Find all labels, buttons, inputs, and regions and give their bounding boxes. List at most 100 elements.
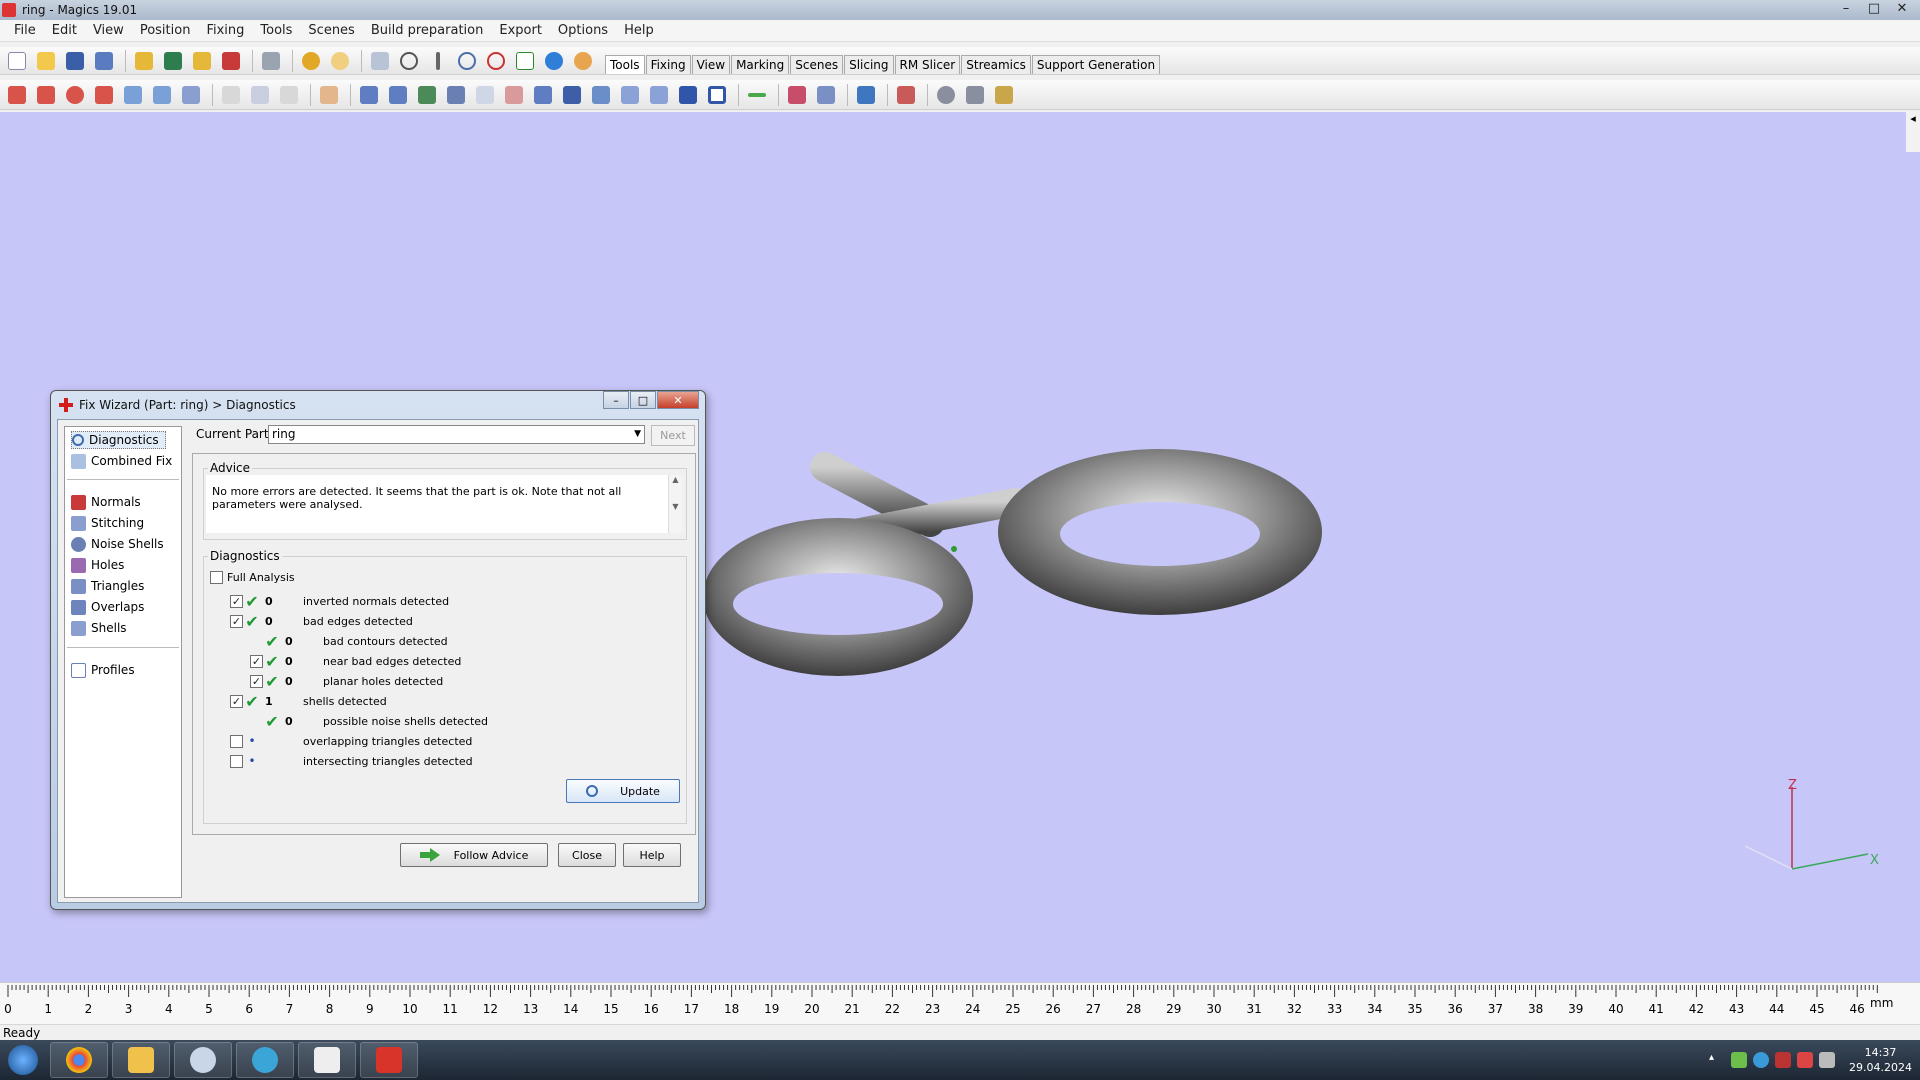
nav-shells[interactable]: Shells	[71, 619, 127, 637]
follow-advice-button[interactable]: Follow Advice	[400, 843, 548, 867]
rotate-view-button[interactable]	[396, 49, 422, 73]
close-button[interactable]: ✕	[1888, 0, 1916, 18]
undo-button[interactable]	[298, 49, 324, 73]
menu-build-preparation[interactable]: Build preparation	[363, 23, 492, 38]
paste-button[interactable]	[276, 83, 302, 107]
layers-button[interactable]	[962, 83, 988, 107]
hollow-button[interactable]	[385, 83, 411, 107]
materials-button[interactable]	[991, 83, 1017, 107]
tab-support-generation[interactable]: Support Generation	[1031, 55, 1161, 74]
diag-checkbox[interactable]	[230, 754, 243, 768]
diag-checkbox[interactable]	[230, 734, 243, 748]
menu-scenes[interactable]: Scenes	[300, 23, 362, 38]
tray-arrow-icon[interactable]: ▴	[1709, 1052, 1725, 1068]
menu-edit[interactable]: Edit	[44, 23, 85, 38]
update-button[interactable]: Update	[566, 779, 680, 803]
dialog-maximize-button[interactable]: □	[630, 391, 656, 409]
analyze-button[interactable]	[813, 83, 839, 107]
tray-network-icon[interactable]	[1731, 1052, 1748, 1068]
save-part-button[interactable]	[160, 49, 186, 73]
help-dialog-button[interactable]: Help	[623, 843, 681, 867]
tab-fixing[interactable]: Fixing	[645, 55, 691, 74]
advice-scrollbar[interactable]: ▲ ▼	[668, 475, 682, 533]
split-button[interactable]	[744, 83, 770, 107]
advice-textarea[interactable]: No more errors are detected. It seems th…	[206, 475, 672, 533]
nav-stitching[interactable]: Stitching	[71, 514, 144, 532]
cut-punch-button[interactable]	[530, 83, 556, 107]
full-analysis-checkbox[interactable]	[210, 570, 223, 584]
diag-checkbox[interactable]: ✓	[250, 654, 263, 668]
duplicate-button[interactable]	[149, 83, 175, 107]
open-file-button[interactable]	[33, 49, 59, 73]
perforator-button[interactable]	[588, 83, 614, 107]
help-button[interactable]	[541, 49, 567, 73]
load-button[interactable]	[189, 49, 215, 73]
boolean-button[interactable]	[501, 83, 527, 107]
box-button[interactable]	[675, 83, 701, 107]
menu-tools[interactable]: Tools	[252, 23, 300, 38]
menu-position[interactable]: Position	[132, 23, 199, 38]
checklist-button[interactable]	[512, 49, 538, 73]
diag-checkbox[interactable]: ✓	[230, 594, 243, 608]
merge-parts-button[interactable]	[178, 83, 204, 107]
taskbar-paint[interactable]	[174, 1042, 232, 1078]
settings-button[interactable]	[933, 83, 959, 107]
zoom-button[interactable]	[454, 49, 480, 73]
pan-button[interactable]	[425, 49, 451, 73]
frame-button[interactable]	[704, 83, 730, 107]
assistant-button[interactable]	[570, 49, 596, 73]
side-panel-toggle[interactable]: ◂	[1906, 112, 1920, 152]
offset-button[interactable]	[414, 83, 440, 107]
shell-button[interactable]	[559, 83, 585, 107]
system-clock[interactable]: 14:37 29.04.2024	[1849, 1045, 1912, 1075]
zoom-fit-button[interactable]	[483, 49, 509, 73]
label-button[interactable]	[617, 83, 643, 107]
redo-button[interactable]	[327, 49, 353, 73]
next-button[interactable]: Next	[651, 425, 695, 446]
menu-export[interactable]: Export	[491, 23, 550, 38]
taskbar-chrome[interactable]	[50, 1042, 108, 1078]
close-dialog-button[interactable]: Close	[558, 843, 616, 867]
tab-marking[interactable]: Marking	[731, 55, 790, 74]
save-as-button[interactable]	[91, 49, 117, 73]
tray-language-icon[interactable]	[1775, 1052, 1792, 1068]
print-button[interactable]	[258, 49, 284, 73]
nav-diagnostics[interactable]: Diagnostics	[71, 431, 166, 449]
diag-checkbox[interactable]: ✓	[230, 614, 243, 628]
extrude-button[interactable]	[443, 83, 469, 107]
rotate-part-button[interactable]	[62, 83, 88, 107]
new-file-button[interactable]	[4, 49, 30, 73]
taskbar-app-v8[interactable]	[236, 1042, 294, 1078]
taskbar-magics[interactable]	[360, 1042, 418, 1078]
mirror-button[interactable]	[91, 83, 117, 107]
tray-flag-icon[interactable]	[1797, 1052, 1814, 1068]
tray-volume-icon[interactable]	[1819, 1052, 1836, 1068]
translate-button[interactable]	[4, 83, 30, 107]
wrap-button[interactable]	[646, 83, 672, 107]
import-part-button[interactable]	[131, 49, 157, 73]
copy-button[interactable]	[247, 83, 273, 107]
rescale-button[interactable]	[120, 83, 146, 107]
maximize-button[interactable]: □	[1860, 0, 1888, 18]
menu-file[interactable]: File	[6, 23, 44, 38]
diag-checkbox[interactable]: ✓	[230, 694, 243, 708]
cut-button[interactable]	[218, 83, 244, 107]
nav-holes[interactable]: Holes	[71, 556, 124, 574]
menu-help[interactable]: Help	[616, 23, 662, 38]
diag-checkbox[interactable]: ✓	[250, 674, 263, 688]
save-button[interactable]	[62, 49, 88, 73]
nav-profiles[interactable]: Profiles	[71, 661, 135, 679]
nav-normals[interactable]: Normals	[71, 493, 141, 511]
menu-fixing[interactable]: Fixing	[198, 23, 252, 38]
tab-streamics[interactable]: Streamics	[961, 55, 1031, 74]
current-part-select[interactable]: ring ▼	[268, 425, 645, 444]
nav-triangles[interactable]: Triangles	[71, 577, 144, 595]
dialog-close-button[interactable]: ✕	[657, 391, 699, 409]
start-button[interactable]	[0, 1040, 46, 1080]
platform-button[interactable]	[893, 83, 919, 107]
tab-tools[interactable]: Tools	[605, 55, 645, 74]
menu-view[interactable]: View	[85, 23, 132, 38]
taskbar-explorer[interactable]	[112, 1042, 170, 1078]
dialog-minimize-button[interactable]: –	[603, 391, 629, 409]
menu-options[interactable]: Options	[550, 23, 616, 38]
